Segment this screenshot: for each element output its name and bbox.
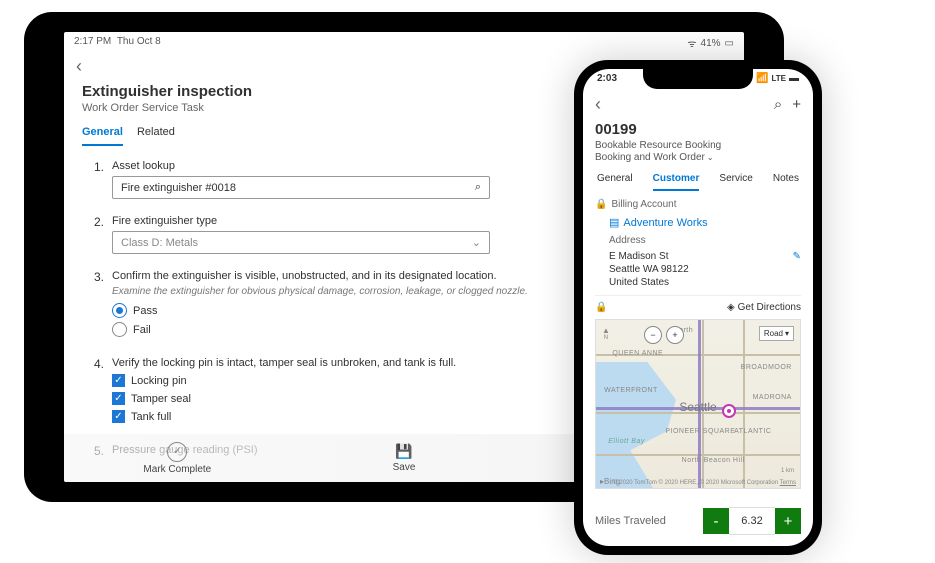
address-text: E Madison St Seattle WA 98122 United Sta… [609,250,689,289]
save-icon: 💾 [395,443,412,460]
chevron-down-icon: ⌄ [707,153,714,162]
form-name: Booking and Work Order [595,152,705,163]
decrement-button[interactable]: - [703,508,729,534]
radio-pass-label: Pass [133,305,157,317]
mark-complete-button[interactable]: ✓ Mark Complete [64,442,291,475]
compass-icon: ▲N [602,326,610,341]
record-title: 00199 [595,121,801,138]
phone-device: 2:03 📶LTE▬ ‹ ⌕ + 00199 Bookable Resource… [574,60,822,555]
address-label: Address [609,235,801,246]
tab-general[interactable]: General [82,126,123,146]
account-icon: ▤ [609,216,619,229]
search-icon[interactable]: ⌕ [774,96,782,113]
chevron-down-icon: ▾ [785,329,789,338]
lock-icon: 🔒 [595,302,607,313]
phone-time: 2:03 [597,73,617,84]
phone-screen: 2:03 📶LTE▬ ‹ ⌕ + 00199 Bookable Resource… [583,69,813,546]
status-bar: 2:17 PM Thu Oct 8 ᯤ 41% ▭ [64,32,744,54]
map-scale: 1 km [781,468,794,474]
back-icon[interactable]: ‹ [595,94,601,115]
customer-name: Adventure Works [623,217,707,229]
terms-link[interactable]: Terms [780,480,796,486]
asset-lookup-field[interactable]: Fire extinguisher #0018 ⌕ [112,176,490,199]
map-label: North Beacon Hill [682,457,745,464]
customer-link[interactable]: ▤ Adventure Works [609,216,801,229]
zoom-out-button[interactable]: − [644,326,662,344]
map-attribution: © 2020 TomTom © 2020 HERE, © 2020 Micros… [613,480,796,486]
battery-icon: ▭ [725,38,734,49]
status-time: 2:17 PM [74,36,111,47]
tab-related[interactable]: Related [137,126,175,146]
map-label: Elliott Bay [608,438,645,445]
map-label: PIONEER SQUARE [665,428,735,435]
edit-icon[interactable]: ✎ [793,250,801,263]
addr2: Seattle WA 98122 [609,263,689,276]
map-label: ATLANTIC [734,428,771,435]
q4-num: 4. [92,357,104,428]
signal-icon: 📶 [756,73,768,84]
directions-label: Get Directions [738,302,801,313]
type-value: Class D: Metals [121,237,198,249]
type-select[interactable]: Class D: Metals ⌄ [112,231,490,254]
miles-value: 6.32 [729,507,775,535]
battery-text: 41% [701,38,721,49]
billing-label: Billing Account [611,199,676,210]
tab-notes[interactable]: Notes [773,173,799,191]
battery-icon: ▬ [789,73,799,84]
addr1: E Madison St [609,250,689,263]
form-picker[interactable]: Booking and Work Order⌄ [595,152,801,163]
status-date: Thu Oct 8 [117,36,161,47]
entity-name: Bookable Resource Booking [595,140,801,151]
tab-customer[interactable]: Customer [653,173,700,191]
back-icon[interactable]: ‹ [76,56,82,77]
save-button[interactable]: 💾 Save [291,443,518,473]
asset-lookup-value: Fire extinguisher #0018 [121,182,236,194]
miles-row: Miles Traveled - 6.32 + [583,507,813,535]
cb-label: Locking pin [131,375,187,387]
map-style-select[interactable]: Road▾ [759,326,794,341]
map-label: QUEEN ANNE [612,350,663,357]
miles-label: Miles Traveled [595,515,703,527]
q2-num: 2. [92,215,104,254]
phone-topbar: ‹ ⌕ + [583,88,813,121]
wifi-icon: ᯤ [687,36,696,50]
tab-service[interactable]: Service [719,173,752,191]
phone-tabs: General Customer Service Notes [595,173,801,191]
q3-num: 3. [92,270,104,341]
addr3: United States [609,276,689,289]
tool-label: Save [393,462,416,473]
cb-label: Tank full [131,411,171,423]
tool-label: Mark Complete [143,464,211,475]
notch [643,69,753,89]
lte-text: LTE [771,74,786,83]
zoom-in-button[interactable]: + [666,326,684,344]
search-icon: ⌕ [475,181,481,194]
map-label: WATERFRONT [604,387,658,394]
map-city-label: Seattle [679,400,716,414]
cb-label: Tamper seal [131,393,191,405]
map-widget[interactable]: North QUEEN ANNE BROADMOOR WATERFRONT MA… [595,319,801,489]
map-label: MADRONA [753,394,792,401]
radio-fail-label: Fail [133,324,151,336]
chevron-down-icon: ⌄ [472,236,481,249]
map-style-value: Road [764,329,783,338]
tab-general[interactable]: General [597,173,633,191]
diamond-icon: ◈ [727,302,735,313]
increment-button[interactable]: + [775,508,801,534]
map-label: BROADMOOR [741,364,792,371]
q1-num: 1. [92,160,104,199]
check-icon: ✓ [167,442,187,462]
get-directions-link[interactable]: ◈Get Directions [727,302,801,313]
add-icon[interactable]: + [792,96,801,113]
lock-icon: 🔒 [595,199,607,210]
